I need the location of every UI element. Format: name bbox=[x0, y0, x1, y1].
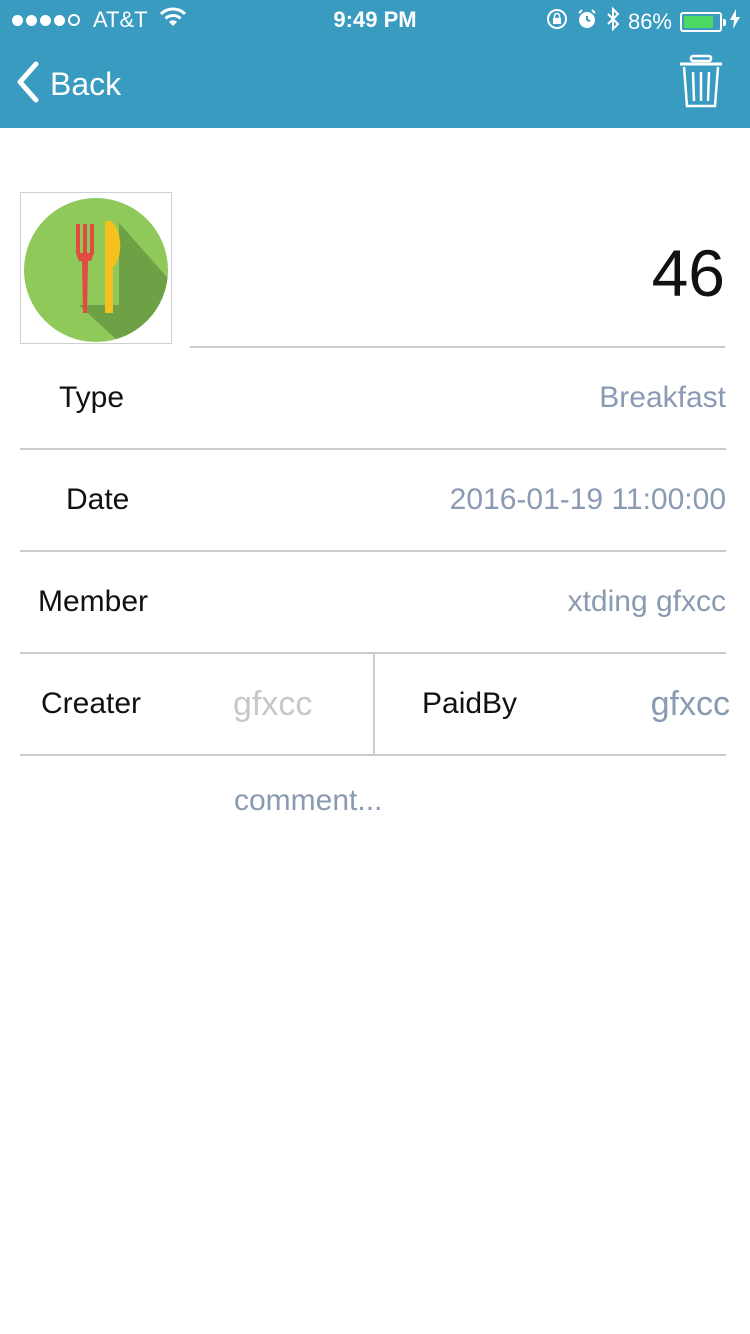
paidby-label: PaidBy bbox=[422, 687, 518, 720]
delete-button[interactable] bbox=[678, 54, 724, 110]
type-row[interactable]: Type Breakfast bbox=[20, 348, 726, 448]
type-label: Type bbox=[59, 381, 125, 414]
member-row[interactable]: Member xtding gfxcc bbox=[20, 552, 726, 652]
creater-label: Creater bbox=[41, 687, 142, 720]
amount-input[interactable]: 46 bbox=[190, 228, 725, 318]
column-divider bbox=[373, 654, 375, 754]
back-label: Back bbox=[50, 65, 122, 102]
status-bar: AT&T 9:49 PM 86% bbox=[0, 0, 750, 40]
alarm-icon bbox=[576, 8, 598, 36]
back-button[interactable]: Back bbox=[14, 60, 121, 108]
category-icon-button[interactable] bbox=[20, 192, 172, 344]
date-row[interactable]: Date 2016-01-19 11:00:00 bbox=[20, 450, 726, 550]
battery-icon bbox=[680, 12, 726, 32]
status-right: 86% bbox=[538, 6, 740, 37]
date-value[interactable]: 2016-01-19 11:00:00 bbox=[450, 450, 726, 550]
battery-percent: 86% bbox=[627, 9, 672, 34]
divider bbox=[20, 754, 726, 756]
paidby-value[interactable]: gfxcc bbox=[651, 654, 730, 754]
bluetooth-icon bbox=[606, 6, 620, 37]
type-value[interactable]: Breakfast bbox=[599, 348, 726, 448]
chevron-left-icon bbox=[14, 60, 40, 109]
fork-knife-icon bbox=[24, 198, 168, 342]
rotation-lock-icon bbox=[546, 8, 568, 36]
trash-icon bbox=[680, 54, 722, 108]
creater-value: gfxcc bbox=[233, 685, 313, 723]
battery-fill bbox=[684, 16, 714, 28]
member-value[interactable]: xtding gfxcc bbox=[568, 552, 726, 652]
charging-icon bbox=[730, 9, 740, 35]
battery-cap bbox=[723, 19, 726, 26]
header-bar: AT&T 9:49 PM 86% Back bbox=[0, 0, 750, 128]
date-label: Date bbox=[66, 483, 130, 516]
member-label: Member bbox=[38, 585, 149, 618]
comment-input[interactable]: comment... bbox=[234, 784, 382, 818]
